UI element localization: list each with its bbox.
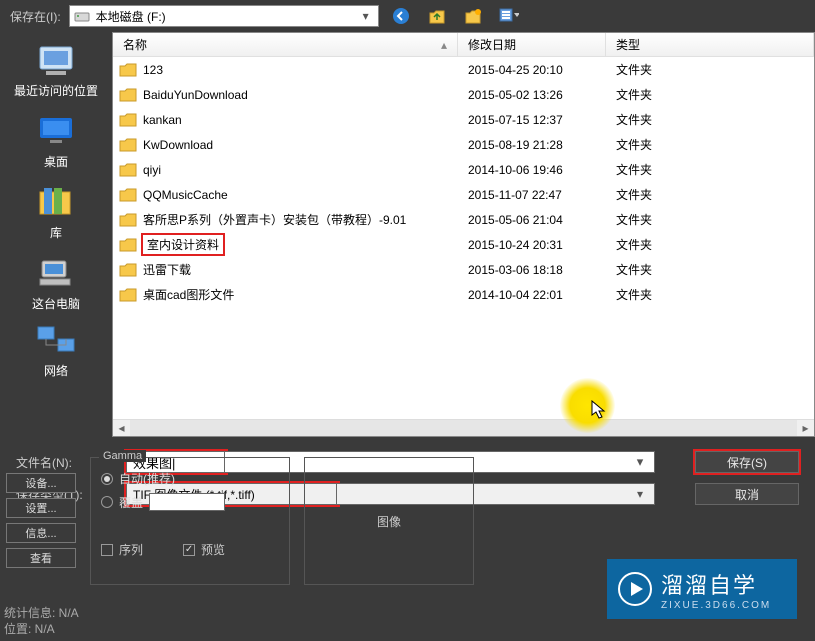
folder-icon <box>119 188 137 202</box>
table-row[interactable]: qiyi2014-10-06 19:46文件夹 <box>113 157 814 182</box>
places-sidebar: 最近访问的位置 桌面 库 这台电脑 网络 <box>0 32 112 437</box>
folder-icon <box>119 263 137 277</box>
scroll-left-icon[interactable]: ◂ <box>113 420 130 437</box>
gamma-override-radio[interactable]: 覆盖 <box>101 493 279 511</box>
sidebar-item-network[interactable]: 网络 <box>0 318 112 383</box>
file-list-header: 名称▴ 修改日期 类型 <box>113 33 814 57</box>
horizontal-scrollbar[interactable]: ◂ ▸ <box>113 419 814 436</box>
table-row[interactable]: 室内设计资料2015-10-24 20:31文件夹 <box>113 232 814 257</box>
folder-icon <box>119 63 137 77</box>
status-bar: 统计信息: N/A 位置: N/A <box>4 605 79 637</box>
save-in-label: 保存在(I): <box>10 8 61 25</box>
setup-button[interactable]: 设置... <box>6 498 76 518</box>
info-button[interactable]: 信息... <box>6 523 76 543</box>
folder-icon <box>119 163 137 177</box>
gamma-group: Gamma 自动(推荐) 覆盖 序列 ✓预览 <box>90 457 290 585</box>
table-row[interactable]: kankan2015-07-15 12:37文件夹 <box>113 107 814 132</box>
recent-places-icon <box>36 42 76 78</box>
column-type[interactable]: 类型 <box>606 33 814 56</box>
sidebar-item-label: 库 <box>50 224 62 241</box>
folder-icon <box>119 238 137 252</box>
sidebar-item-desktop[interactable]: 桌面 <box>0 109 112 174</box>
table-row[interactable]: KwDownload2015-08-19 21:28文件夹 <box>113 132 814 157</box>
sidebar-item-label: 最近访问的位置 <box>14 82 98 99</box>
up-folder-icon[interactable] <box>427 6 447 26</box>
table-row[interactable]: 桌面cad图形文件2014-10-04 22:01文件夹 <box>113 282 814 307</box>
sidebar-item-label: 桌面 <box>44 153 68 170</box>
location-bar: 保存在(I): 本地磁盘 (F:) ▾ <box>0 0 815 32</box>
table-row[interactable]: 1232015-04-25 20:10文件夹 <box>113 57 814 82</box>
libraries-icon <box>36 184 76 220</box>
folder-icon <box>119 88 137 102</box>
device-button[interactable]: 设备... <box>6 473 76 493</box>
file-list: 名称▴ 修改日期 类型 1232015-04-25 20:10文件夹BaiduY… <box>112 32 815 437</box>
folder-icon <box>119 113 137 127</box>
radio-icon <box>101 473 113 485</box>
radio-icon <box>101 496 113 508</box>
back-icon[interactable] <box>391 6 411 26</box>
column-name[interactable]: 名称▴ <box>113 33 458 56</box>
table-row[interactable]: 客所思P系列（外置声卡）安装包（带教程）-9.012015-05-06 21:0… <box>113 207 814 232</box>
view-menu-icon[interactable] <box>499 6 519 26</box>
table-row[interactable]: 迅雷下载2015-03-06 18:18文件夹 <box>113 257 814 282</box>
column-date[interactable]: 修改日期 <box>458 33 606 56</box>
preview-checkbox[interactable]: ✓预览 <box>183 541 225 558</box>
sidebar-item-libraries[interactable]: 库 <box>0 180 112 245</box>
sidebar-item-recent[interactable]: 最近访问的位置 <box>0 38 112 103</box>
gamma-title: Gamma <box>99 450 146 462</box>
folder-icon <box>119 138 137 152</box>
sidebar-item-label: 网络 <box>44 362 68 379</box>
location-combobox[interactable]: 本地磁盘 (F:) ▾ <box>69 5 379 27</box>
gamma-auto-radio[interactable]: 自动(推荐) <box>101 470 279 487</box>
view-button[interactable]: 查看 <box>6 548 76 568</box>
sidebar-item-computer[interactable]: 这台电脑 <box>0 251 112 316</box>
table-row[interactable]: QQMusicCache2015-11-07 22:47文件夹 <box>113 182 814 207</box>
chevron-down-icon: ▾ <box>358 8 374 24</box>
watermark: 溜溜自学 ZIXUE.3D66.COM <box>607 559 797 619</box>
drive-icon <box>74 9 90 23</box>
checkbox-icon: ✓ <box>183 544 195 556</box>
scroll-right-icon[interactable]: ▸ <box>797 420 814 437</box>
sort-asc-icon: ▴ <box>441 38 447 52</box>
drive-label: 本地磁盘 (F:) <box>96 8 166 25</box>
desktop-icon <box>36 113 76 149</box>
watermark-logo-icon <box>617 571 653 607</box>
network-icon <box>36 322 76 358</box>
table-row[interactable]: BaiduYunDownload2015-05-02 13:26文件夹 <box>113 82 814 107</box>
sidebar-item-label: 这台电脑 <box>32 295 80 312</box>
image-preview: 图像 <box>304 457 474 585</box>
folder-icon <box>119 288 137 302</box>
new-folder-icon[interactable] <box>463 6 483 26</box>
computer-icon <box>36 255 76 291</box>
checkbox-icon <box>101 544 113 556</box>
gamma-spinner[interactable] <box>149 493 225 511</box>
folder-icon <box>119 213 137 227</box>
sequence-checkbox[interactable]: 序列 <box>101 541 143 558</box>
